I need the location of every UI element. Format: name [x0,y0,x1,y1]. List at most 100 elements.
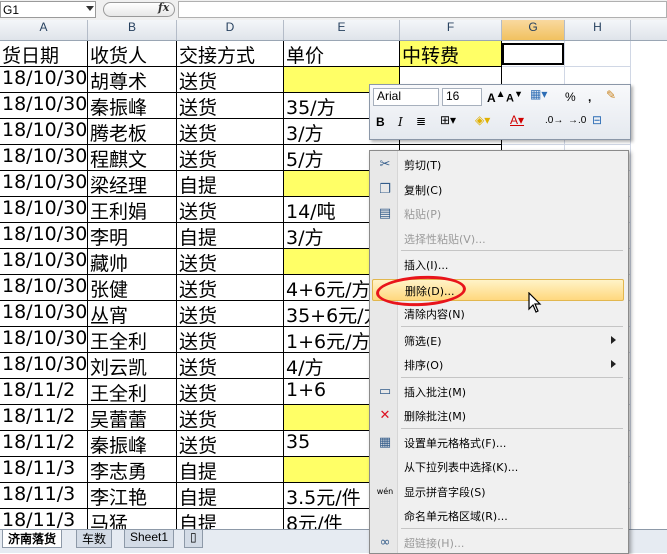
decrease-decimal-icon[interactable]: →.0 [568,115,586,126]
cell-receiver[interactable]: 李江艳 [88,483,177,509]
cell-receiver[interactable]: 刘云凯 [88,353,177,379]
cell-receiver[interactable]: 马猛 [88,509,177,529]
cell-header-transfer-fee[interactable]: 中转费 [400,41,502,67]
cell-receiver[interactable]: 王利娟 [88,197,177,223]
column-header-d[interactable]: D [177,20,284,40]
cell-date[interactable]: 18/10/30 [0,171,88,197]
cell-header-price[interactable]: 单价 [284,41,400,67]
grow-font-icon[interactable]: A▲ [487,89,506,105]
column-header-g[interactable]: G [502,20,565,40]
cell-date[interactable]: 18/10/30 [0,249,88,275]
cell-method[interactable]: 送货 [177,275,284,301]
cell-method[interactable]: 送货 [177,67,284,93]
cell-receiver[interactable]: 王全利 [88,379,177,405]
cell-receiver[interactable]: 秦振峰 [88,93,177,119]
cell-method[interactable]: 送货 [177,327,284,353]
sheet-tab-cars[interactable]: 车数 [76,530,113,548]
cell-date[interactable]: 18/11/3 [0,483,88,509]
percent-button[interactable]: % [565,90,576,104]
fill-color-icon[interactable]: ◈▾ [475,113,490,127]
menu-item-9[interactable]: ▭ 插入批注(M) [372,381,624,403]
cell-method[interactable]: 自提 [177,457,284,483]
cell-date[interactable]: 18/10/30 [0,275,88,301]
comma-button[interactable]: , [588,90,591,104]
shrink-font-icon[interactable]: A▼ [506,89,523,105]
cell-h1[interactable] [565,41,631,67]
menu-item-8[interactable]: 排序(O) [372,354,624,376]
merge-center-icon[interactable]: ⊟ [592,113,602,127]
cell-method[interactable]: 送货 [177,405,284,431]
menu-item-1[interactable]: ❐ 复制(C) [372,179,624,201]
cell-method[interactable]: 送货 [177,93,284,119]
bold-button[interactable]: B [376,115,385,129]
italic-button[interactable]: I [398,115,403,129]
column-header-f[interactable]: F [400,20,502,40]
cell-method[interactable]: 送货 [177,353,284,379]
menu-item-13[interactable]: wén 显示拼音字段(S) [372,481,624,503]
cell-receiver[interactable]: 腾老板 [88,119,177,145]
menu-item-12[interactable]: 从下拉列表中选择(K)... [372,456,624,478]
cell-method[interactable]: 自提 [177,171,284,197]
sheet-tab-sheet1[interactable]: Sheet1 [124,530,175,548]
menu-item-0[interactable]: ✂ 剪切(T) [372,154,624,176]
column-header-b[interactable]: B [88,20,177,40]
cell-method[interactable]: 送货 [177,197,284,223]
cell-receiver[interactable]: 李志勇 [88,457,177,483]
cell-header-method[interactable]: 交接方式 [177,41,284,67]
borders-icon[interactable]: ⊞▾ [440,113,456,127]
cell-header-receiver[interactable]: 收货人 [88,41,177,67]
font-color-icon[interactable]: A▾ [510,113,524,127]
cell-receiver[interactable]: 丛宵 [88,301,177,327]
cell-date[interactable]: 18/10/30 [0,145,88,171]
cell-date[interactable]: 18/10/30 [0,301,88,327]
cell-receiver[interactable]: 张健 [88,275,177,301]
cell-receiver[interactable]: 秦振峰 [88,431,177,457]
cell-method[interactable]: 送货 [177,145,284,171]
column-header-e[interactable]: E [284,20,400,40]
cell-receiver[interactable]: 吴蕾蕾 [88,405,177,431]
cell-date[interactable]: 18/10/30 [0,353,88,379]
fx-icon[interactable]: fx [158,1,169,14]
menu-item-6[interactable]: 清除内容(N) [372,303,624,325]
cell-method[interactable]: 送货 [177,301,284,327]
cell-date[interactable]: 18/10/30 [0,93,88,119]
format-painter-icon[interactable]: ✎ [606,88,616,102]
font-name-select[interactable]: Arial [373,88,439,106]
menu-item-10[interactable]: ✕ 删除批注(M) [372,405,624,427]
cell-receiver[interactable]: 王全利 [88,327,177,353]
cell-date[interactable]: 18/10/30 [0,67,88,93]
cell-date[interactable]: 18/10/30 [0,197,88,223]
cell-method[interactable]: 送货 [177,379,284,405]
font-size-select[interactable]: 16 [442,88,482,106]
cell-date[interactable]: 18/11/3 [0,457,88,483]
menu-item-4[interactable]: 插入(I)... [372,254,624,276]
cell-date[interactable]: 18/11/2 [0,379,88,405]
cell-receiver[interactable]: 藏帅 [88,249,177,275]
cell-method[interactable]: 送货 [177,249,284,275]
cell-date[interactable]: 18/10/30 [0,223,88,249]
cell-date[interactable]: 18/11/2 [0,405,88,431]
cell-date[interactable]: 18/11/3 [0,509,88,529]
menu-item-7[interactable]: 筛选(E) [372,330,624,352]
format-table-icon[interactable]: ▦▾ [530,87,547,101]
cell-receiver[interactable]: 梁经理 [88,171,177,197]
cell-receiver[interactable]: 胡尊术 [88,67,177,93]
cell-method[interactable]: 自提 [177,223,284,249]
column-header-h[interactable]: H [565,20,631,40]
cell-header-date[interactable]: 货日期 [0,41,88,67]
cell-receiver[interactable]: 李明 [88,223,177,249]
cell-method[interactable]: 自提 [177,509,284,529]
sheet-tab-jinan[interactable]: 济南落货 [2,530,63,548]
cell-date[interactable]: 18/10/30 [0,119,88,145]
cell-date[interactable]: 18/10/30 [0,327,88,353]
new-sheet-icon[interactable]: ▯ [184,530,203,548]
center-align-icon[interactable]: ≣ [416,114,426,128]
menu-item-11[interactable]: ▦ 设置单元格格式(F)... [372,432,624,454]
name-box-dropdown-icon[interactable] [86,6,94,11]
column-header-a[interactable]: A [0,20,88,40]
cell-receiver[interactable]: 程麒文 [88,145,177,171]
cell-method[interactable]: 自提 [177,483,284,509]
formula-input[interactable] [178,1,667,18]
menu-item-14[interactable]: 命名单元格区域(R)... [372,505,624,527]
cell-method[interactable]: 送货 [177,119,284,145]
